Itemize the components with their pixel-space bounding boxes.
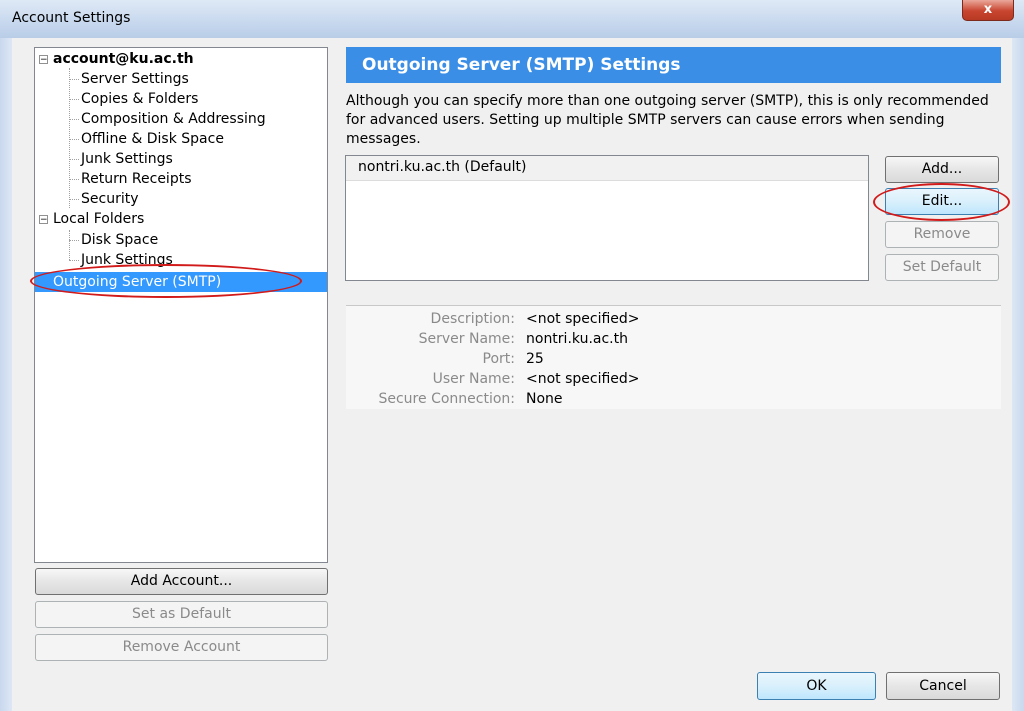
add-account-label: Add Account...	[130, 573, 233, 589]
detail-value: None	[526, 391, 563, 407]
detail-row-user-name: User Name: <not specified>	[346, 369, 1001, 389]
account-tree[interactable]: − account@ku.ac.th Server Settings Copie…	[34, 47, 328, 563]
cancel-label: Cancel	[919, 678, 967, 694]
edit-server-label: Edit...	[921, 193, 963, 209]
tree-item-security[interactable]: Security	[69, 189, 139, 209]
remove-server-button[interactable]: Remove	[885, 221, 999, 248]
window-frame-left	[0, 38, 12, 711]
detail-value: <not specified>	[526, 371, 640, 387]
window-title: Account Settings	[12, 10, 131, 26]
tree-item-label: Composition & Addressing	[81, 111, 266, 127]
remove-account-label: Remove Account	[122, 639, 241, 655]
add-server-button[interactable]: Add...	[885, 156, 999, 183]
tree-item-label: Disk Space	[81, 232, 159, 248]
tree-item-label: Security	[81, 191, 139, 207]
page-title: Outgoing Server (SMTP) Settings	[346, 47, 1001, 83]
tree-item-local-junk-settings[interactable]: Junk Settings	[69, 250, 173, 270]
detail-label: Server Name:	[418, 331, 515, 347]
detail-label: User Name:	[432, 371, 515, 387]
set-default-server-label: Set Default	[902, 259, 982, 275]
window-frame-right	[1012, 38, 1024, 711]
tree-item-junk-settings[interactable]: Junk Settings	[69, 149, 173, 169]
tree-item-label: Copies & Folders	[81, 91, 199, 107]
tree-item-label: Junk Settings	[81, 151, 173, 167]
detail-row-secure-connection: Secure Connection: None	[346, 389, 1001, 409]
detail-row-description: Description: <not specified>	[346, 309, 1001, 329]
tree-node-account[interactable]: − account@ku.ac.th	[35, 49, 327, 69]
tree-item-label: Offline & Disk Space	[81, 131, 224, 147]
detail-value: <not specified>	[526, 311, 640, 327]
smtp-description: Although you can specify more than one o…	[346, 93, 989, 147]
detail-label: Description:	[430, 311, 515, 327]
collapse-icon[interactable]: −	[39, 215, 48, 225]
set-as-default-button[interactable]: Set as Default	[35, 601, 328, 628]
tree-item-server-settings[interactable]: Server Settings	[69, 69, 189, 89]
remove-server-label: Remove	[913, 226, 971, 242]
title-bar: Account Settings x	[0, 0, 1024, 39]
tree-item-label: Junk Settings	[81, 252, 173, 268]
close-icon: x	[983, 2, 993, 17]
detail-label: Port:	[482, 351, 515, 367]
close-button[interactable]: x	[962, 0, 1014, 21]
detail-label: Secure Connection:	[378, 391, 515, 407]
detail-value: nontri.ku.ac.th	[526, 331, 628, 347]
set-default-server-button[interactable]: Set Default	[885, 254, 999, 281]
server-list-item[interactable]: nontri.ku.ac.th (Default)	[346, 156, 868, 181]
tree-item-copies-folders[interactable]: Copies & Folders	[69, 89, 198, 109]
tree-item-return-receipts[interactable]: Return Receipts	[69, 169, 192, 189]
ok-button[interactable]: OK	[757, 672, 876, 700]
tree-item-disk-space[interactable]: Disk Space	[69, 230, 158, 250]
edit-server-button[interactable]: Edit...	[885, 188, 999, 215]
tree-item-outgoing-server-label: Outgoing Server (SMTP)	[53, 274, 222, 290]
server-details-panel: Description: <not specified> Server Name…	[346, 305, 1001, 409]
cancel-button[interactable]: Cancel	[886, 672, 1000, 700]
collapse-icon[interactable]: −	[39, 55, 48, 65]
add-server-label: Add...	[921, 161, 963, 177]
detail-value: 25	[526, 351, 544, 367]
detail-row-server-name: Server Name: nontri.ku.ac.th	[346, 329, 1001, 349]
tree-node-local-folders[interactable]: − Local Folders	[35, 209, 327, 229]
remove-account-button[interactable]: Remove Account	[35, 634, 328, 661]
add-account-button[interactable]: Add Account...	[35, 568, 328, 595]
tree-item-label: Server Settings	[81, 71, 189, 87]
detail-row-port: Port: 25	[346, 349, 1001, 369]
ok-label: OK	[806, 678, 827, 694]
tree-node-local-folders-label: Local Folders	[53, 211, 145, 227]
smtp-server-list[interactable]: nontri.ku.ac.th (Default)	[345, 155, 869, 281]
tree-item-outgoing-server[interactable]: Outgoing Server (SMTP)	[35, 272, 327, 292]
tree-item-composition-addressing[interactable]: Composition & Addressing	[69, 109, 266, 129]
tree-item-offline-disk-space[interactable]: Offline & Disk Space	[69, 129, 224, 149]
tree-node-account-label: account@ku.ac.th	[53, 51, 194, 67]
set-as-default-label: Set as Default	[132, 606, 231, 622]
tree-item-label: Return Receipts	[81, 171, 192, 187]
